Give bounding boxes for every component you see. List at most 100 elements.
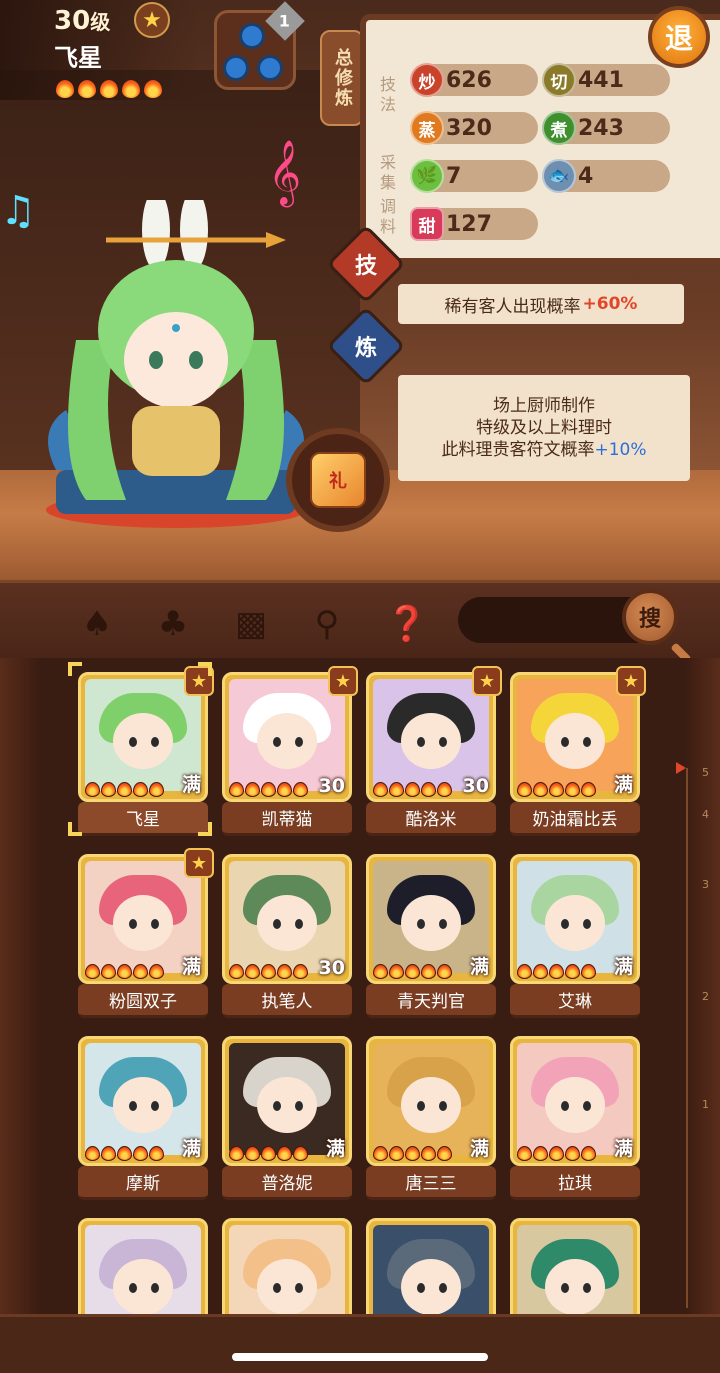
cut-icon: 切	[542, 63, 576, 97]
chef-card[interactable]	[510, 1218, 640, 1314]
group-label-skill: 技法	[377, 76, 396, 116]
avatar-eye	[417, 1101, 425, 1111]
flame-icon	[437, 1146, 452, 1161]
flame-icon	[517, 1146, 532, 1161]
search-button[interactable]: 搜	[622, 589, 678, 645]
map-question-icon[interactable]: ❓	[384, 601, 430, 647]
chef-avatar-frame	[510, 1218, 640, 1314]
level-badge: 满	[469, 956, 489, 978]
flame-icon	[373, 1146, 388, 1161]
flame-icon	[85, 964, 100, 979]
level-badge: 满	[613, 774, 633, 796]
selection-corner	[68, 822, 82, 836]
chef-card[interactable]: 30 ★ 酷洛米	[366, 666, 502, 836]
stat-steam: 蒸 320	[410, 111, 538, 145]
jar-icon[interactable]: ▩	[228, 601, 274, 647]
chef-list[interactable]: 5 4 3 2 1 满 ★ 飞星 30 ★ 凯蒂猫 30 ★ 酷洛米满 ★ 奶油霜比丢满 ★ 粉圆双子 3…	[0, 658, 720, 1314]
avatar-eye	[417, 737, 425, 747]
chef-name-label: 粉圆双子	[78, 984, 208, 1018]
flame-icon	[565, 964, 580, 979]
flame-icon	[245, 1146, 260, 1161]
avatar-face	[113, 1259, 173, 1314]
selection-corner	[68, 662, 82, 676]
location-icon[interactable]: ⚲	[304, 601, 350, 647]
chef-card[interactable]: 满普洛妮	[222, 1036, 352, 1200]
rank-flames	[85, 1146, 164, 1161]
tab-total-training[interactable]: 总修炼	[320, 30, 364, 126]
chef-card[interactable]: 满艾琳	[510, 854, 640, 1018]
flame-icon	[421, 782, 436, 797]
flame-icon	[565, 782, 580, 797]
chef-avatar	[373, 1225, 489, 1314]
avatar-eye	[583, 737, 591, 747]
chef-card[interactable]: 满青天判官	[366, 854, 496, 1018]
avatar-face	[257, 713, 317, 769]
flame-icon	[245, 964, 260, 979]
chef-name-label: 酷洛米	[366, 802, 496, 836]
flame-icon	[549, 1146, 564, 1161]
music-note-icon: 𝄞	[268, 140, 302, 205]
home-indicator[interactable]	[232, 1353, 488, 1361]
chef-name-label: 艾琳	[510, 984, 640, 1018]
flame-icon	[149, 964, 164, 979]
chef-avatar-frame: 满	[366, 854, 496, 984]
avatar-face	[113, 895, 173, 951]
level-badge: 30	[462, 775, 489, 797]
chef-card[interactable]: 30 ★ 凯蒂猫	[222, 666, 358, 836]
bottom-bar	[0, 1314, 720, 1373]
avatar-eye	[129, 1101, 137, 1111]
vegetable-icon: 🌿	[410, 159, 444, 193]
plus-icon	[239, 23, 265, 49]
rank-flames	[517, 782, 596, 797]
avatar-face	[401, 1077, 461, 1133]
avatar-eye	[151, 737, 159, 747]
chef-card[interactable]: 满 ★ 奶油霜比丢	[510, 666, 646, 836]
avatar-eye	[561, 919, 569, 929]
flame-icon	[293, 1146, 308, 1161]
shovel-icon[interactable]: ♠	[74, 601, 120, 647]
chef-card[interactable]: 满唐三三	[366, 1036, 496, 1200]
flame-icon	[373, 964, 388, 979]
sweet-icon: 甜	[410, 207, 444, 241]
chef-card[interactable]	[222, 1218, 352, 1314]
flame-icon	[565, 1146, 580, 1161]
chef-avatar-frame: 满	[510, 854, 640, 984]
flame-icon	[293, 782, 308, 797]
avatar-eye	[151, 1283, 159, 1293]
chef-card[interactable]	[78, 1218, 208, 1314]
flame-icon	[149, 782, 164, 797]
flame-icon	[117, 1146, 132, 1161]
rank-flames	[229, 1146, 308, 1161]
avatar-eye	[417, 919, 425, 929]
chef-name-label: 执笔人	[222, 984, 352, 1018]
flame-icon	[85, 1146, 100, 1161]
chef-scene: 𝄞 ♫ 30级 飞星 ★ 1 总修炼 技法 采集 调料 炒 626 切 441	[0, 0, 720, 580]
chef-card[interactable]: 满 ★ 飞星	[68, 662, 214, 836]
scroll-pointer-icon[interactable]	[676, 762, 686, 774]
equipment-button[interactable]: 1	[214, 1, 305, 90]
chef-avatar-frame: 满	[366, 1036, 496, 1166]
avatar-eye	[439, 737, 447, 747]
chef-name-label: 凯蒂猫	[222, 802, 352, 836]
chef-card[interactable]: 满 ★ 粉圆双子	[78, 848, 214, 1018]
chef-card[interactable]: 30 执笔人	[222, 854, 352, 1018]
chef-card[interactable]: 满拉琪	[510, 1036, 640, 1200]
flame-icon	[437, 782, 452, 797]
chef-card[interactable]	[366, 1218, 496, 1314]
plus-icon	[257, 55, 283, 81]
chef-card[interactable]: 满摩斯	[78, 1036, 208, 1200]
flame-icon	[581, 964, 596, 979]
rank-flames	[229, 964, 308, 979]
scroll-ruler[interactable]: 5 4 3 2 1	[676, 762, 709, 1308]
avatar-face	[545, 1077, 605, 1133]
avatar-face	[257, 1259, 317, 1314]
avatar-eye	[273, 919, 281, 929]
stat-stir-fry: 炒 626	[410, 63, 538, 97]
chef-avatar-frame	[366, 1218, 496, 1314]
exit-button[interactable]: 退	[648, 6, 710, 68]
star-icon[interactable]: ★	[134, 2, 170, 38]
dish-slot[interactable]: 礼	[286, 428, 390, 532]
chef-avatar-frame: 满	[78, 1036, 208, 1166]
spatula-icon[interactable]: ♣	[150, 601, 196, 647]
stat-fish: 🐟 4	[542, 159, 670, 193]
